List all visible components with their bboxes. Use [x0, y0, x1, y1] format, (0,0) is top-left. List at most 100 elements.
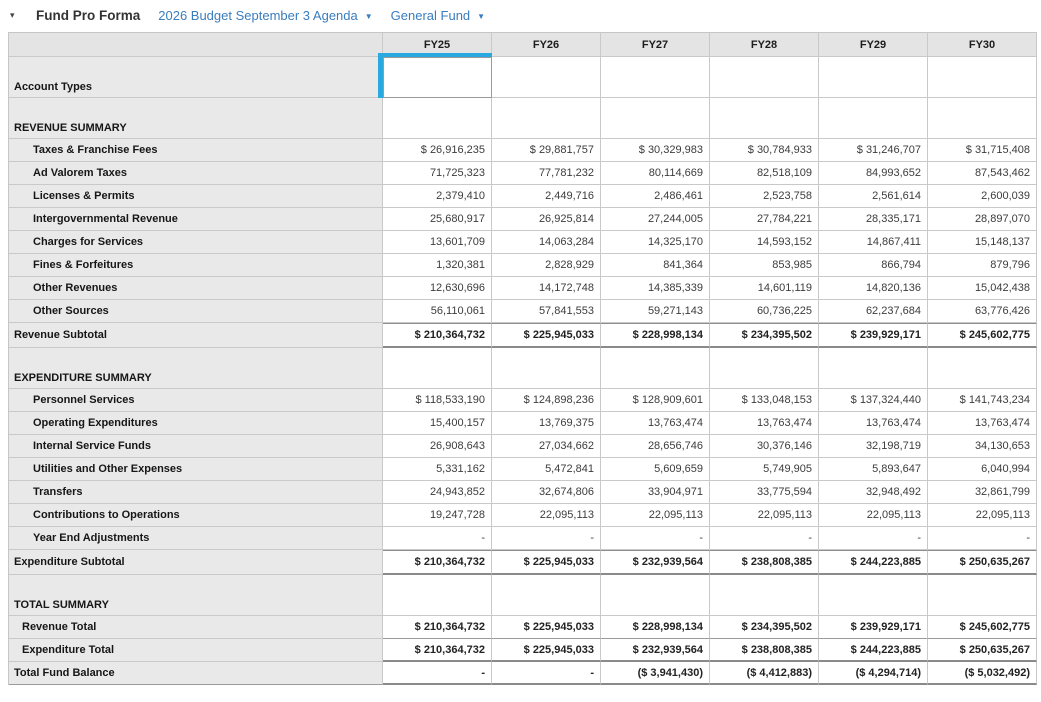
cell-total-summary-fy28[interactable] — [710, 575, 819, 616]
cell-internal-service-funds-fy28[interactable]: 30,376,146 — [710, 435, 819, 458]
cell-licenses-permits-fy29[interactable]: 2,561,614 — [819, 185, 928, 208]
cell-expenditure-total-fy29[interactable]: $ 244,223,885 — [819, 639, 928, 662]
cell-operating-expenditures-fy25[interactable]: 15,400,157 — [383, 412, 492, 435]
cell-licenses-permits-fy30[interactable]: 2,600,039 — [928, 185, 1037, 208]
cell-utilities-and-other-expenses-fy29[interactable]: 5,893,647 — [819, 458, 928, 481]
cell-account-types-fy25[interactable] — [383, 57, 492, 98]
cell-year-end-adjustments-fy26[interactable]: - — [492, 527, 601, 550]
cell-total-summary-fy27[interactable] — [601, 575, 710, 616]
column-header-fy30[interactable]: FY30 — [928, 33, 1037, 57]
cell-operating-expenditures-fy28[interactable]: 13,763,474 — [710, 412, 819, 435]
cell-total-fund-balance-fy25[interactable]: - — [383, 662, 492, 685]
cell-revenue-total-fy26[interactable]: $ 225,945,033 — [492, 616, 601, 639]
cell-other-sources-fy26[interactable]: 57,841,553 — [492, 300, 601, 323]
cell-internal-service-funds-fy25[interactable]: 26,908,643 — [383, 435, 492, 458]
cell-charges-for-services-fy26[interactable]: 14,063,284 — [492, 231, 601, 254]
cell-total-fund-balance-fy26[interactable]: - — [492, 662, 601, 685]
cell-personnel-services-fy27[interactable]: $ 128,909,601 — [601, 389, 710, 412]
cell-ad-valorem-taxes-fy27[interactable]: 80,114,669 — [601, 162, 710, 185]
cell-internal-service-funds-fy26[interactable]: 27,034,662 — [492, 435, 601, 458]
cell-expenditure-subtotal-fy30[interactable]: $ 250,635,267 — [928, 550, 1037, 575]
cell-other-sources-fy30[interactable]: 63,776,426 — [928, 300, 1037, 323]
cell-personnel-services-fy25[interactable]: $ 118,533,190 — [383, 389, 492, 412]
fund-dropdown[interactable]: General Fund ▼ — [391, 8, 485, 23]
cell-account-types-fy27[interactable] — [601, 57, 710, 98]
column-header-fy26[interactable]: FY26 — [492, 33, 601, 57]
cell-taxes-franchise-fees-fy27[interactable]: $ 30,329,983 — [601, 139, 710, 162]
cell-other-revenues-fy25[interactable]: 12,630,696 — [383, 277, 492, 300]
cell-account-types-fy26[interactable] — [492, 57, 601, 98]
cell-revenue-summary-fy27[interactable] — [601, 98, 710, 139]
cell-contributions-to-operations-fy27[interactable]: 22,095,113 — [601, 504, 710, 527]
cell-revenue-summary-fy29[interactable] — [819, 98, 928, 139]
cell-charges-for-services-fy28[interactable]: 14,593,152 — [710, 231, 819, 254]
cell-revenue-total-fy28[interactable]: $ 234,395,502 — [710, 616, 819, 639]
cell-operating-expenditures-fy30[interactable]: 13,763,474 — [928, 412, 1037, 435]
cell-licenses-permits-fy28[interactable]: 2,523,758 — [710, 185, 819, 208]
cell-intergovernmental-revenue-fy30[interactable]: 28,897,070 — [928, 208, 1037, 231]
cell-personnel-services-fy26[interactable]: $ 124,898,236 — [492, 389, 601, 412]
cell-ad-valorem-taxes-fy30[interactable]: 87,543,462 — [928, 162, 1037, 185]
cell-intergovernmental-revenue-fy27[interactable]: 27,244,005 — [601, 208, 710, 231]
cell-revenue-total-fy27[interactable]: $ 228,998,134 — [601, 616, 710, 639]
cell-expenditure-summary-fy25[interactable] — [383, 348, 492, 389]
cell-total-summary-fy26[interactable] — [492, 575, 601, 616]
collapse-caret-icon[interactable]: ▾ — [10, 10, 24, 21]
cell-contributions-to-operations-fy28[interactable]: 22,095,113 — [710, 504, 819, 527]
cell-transfers-fy26[interactable]: 32,674,806 — [492, 481, 601, 504]
cell-expenditure-total-fy27[interactable]: $ 232,939,564 — [601, 639, 710, 662]
cell-expenditure-total-fy28[interactable]: $ 238,808,385 — [710, 639, 819, 662]
cell-taxes-franchise-fees-fy29[interactable]: $ 31,246,707 — [819, 139, 928, 162]
cell-transfers-fy29[interactable]: 32,948,492 — [819, 481, 928, 504]
cell-other-sources-fy28[interactable]: 60,736,225 — [710, 300, 819, 323]
cell-total-fund-balance-fy29[interactable]: ($ 4,294,714) — [819, 662, 928, 685]
cell-intergovernmental-revenue-fy25[interactable]: 25,680,917 — [383, 208, 492, 231]
cell-charges-for-services-fy29[interactable]: 14,867,411 — [819, 231, 928, 254]
cell-utilities-and-other-expenses-fy26[interactable]: 5,472,841 — [492, 458, 601, 481]
cell-licenses-permits-fy26[interactable]: 2,449,716 — [492, 185, 601, 208]
cell-taxes-franchise-fees-fy28[interactable]: $ 30,784,933 — [710, 139, 819, 162]
cell-other-revenues-fy28[interactable]: 14,601,119 — [710, 277, 819, 300]
cell-intergovernmental-revenue-fy28[interactable]: 27,784,221 — [710, 208, 819, 231]
cell-transfers-fy28[interactable]: 33,775,594 — [710, 481, 819, 504]
cell-account-types-fy30[interactable] — [928, 57, 1037, 98]
cell-contributions-to-operations-fy29[interactable]: 22,095,113 — [819, 504, 928, 527]
cell-transfers-fy27[interactable]: 33,904,971 — [601, 481, 710, 504]
cell-total-fund-balance-fy27[interactable]: ($ 3,941,430) — [601, 662, 710, 685]
cell-expenditure-summary-fy26[interactable] — [492, 348, 601, 389]
cell-other-revenues-fy30[interactable]: 15,042,438 — [928, 277, 1037, 300]
cell-operating-expenditures-fy29[interactable]: 13,763,474 — [819, 412, 928, 435]
cell-fines-forfeitures-fy29[interactable]: 866,794 — [819, 254, 928, 277]
cell-internal-service-funds-fy30[interactable]: 34,130,653 — [928, 435, 1037, 458]
cell-total-summary-fy30[interactable] — [928, 575, 1037, 616]
cell-ad-valorem-taxes-fy29[interactable]: 84,993,652 — [819, 162, 928, 185]
cell-year-end-adjustments-fy27[interactable]: - — [601, 527, 710, 550]
cell-utilities-and-other-expenses-fy27[interactable]: 5,609,659 — [601, 458, 710, 481]
cell-total-fund-balance-fy30[interactable]: ($ 5,032,492) — [928, 662, 1037, 685]
cell-revenue-summary-fy25[interactable] — [383, 98, 492, 139]
cell-other-sources-fy25[interactable]: 56,110,061 — [383, 300, 492, 323]
cell-ad-valorem-taxes-fy25[interactable]: 71,725,323 — [383, 162, 492, 185]
column-header-fy27[interactable]: FY27 — [601, 33, 710, 57]
cell-year-end-adjustments-fy28[interactable]: - — [710, 527, 819, 550]
cell-year-end-adjustments-fy29[interactable]: - — [819, 527, 928, 550]
cell-expenditure-subtotal-fy28[interactable]: $ 238,808,385 — [710, 550, 819, 575]
cell-utilities-and-other-expenses-fy25[interactable]: 5,331,162 — [383, 458, 492, 481]
cell-year-end-adjustments-fy25[interactable]: - — [383, 527, 492, 550]
cell-account-types-fy28[interactable] — [710, 57, 819, 98]
cell-other-revenues-fy29[interactable]: 14,820,136 — [819, 277, 928, 300]
cell-utilities-and-other-expenses-fy28[interactable]: 5,749,905 — [710, 458, 819, 481]
cell-ad-valorem-taxes-fy28[interactable]: 82,518,109 — [710, 162, 819, 185]
cell-revenue-total-fy29[interactable]: $ 239,929,171 — [819, 616, 928, 639]
cell-personnel-services-fy29[interactable]: $ 137,324,440 — [819, 389, 928, 412]
cell-expenditure-total-fy25[interactable]: $ 210,364,732 — [383, 639, 492, 662]
cell-expenditure-summary-fy29[interactable] — [819, 348, 928, 389]
cell-revenue-summary-fy26[interactable] — [492, 98, 601, 139]
cell-other-sources-fy29[interactable]: 62,237,684 — [819, 300, 928, 323]
cell-expenditure-subtotal-fy27[interactable]: $ 232,939,564 — [601, 550, 710, 575]
cell-utilities-and-other-expenses-fy30[interactable]: 6,040,994 — [928, 458, 1037, 481]
cell-fines-forfeitures-fy26[interactable]: 2,828,929 — [492, 254, 601, 277]
cell-internal-service-funds-fy27[interactable]: 28,656,746 — [601, 435, 710, 458]
cell-transfers-fy30[interactable]: 32,861,799 — [928, 481, 1037, 504]
cell-charges-for-services-fy30[interactable]: 15,148,137 — [928, 231, 1037, 254]
